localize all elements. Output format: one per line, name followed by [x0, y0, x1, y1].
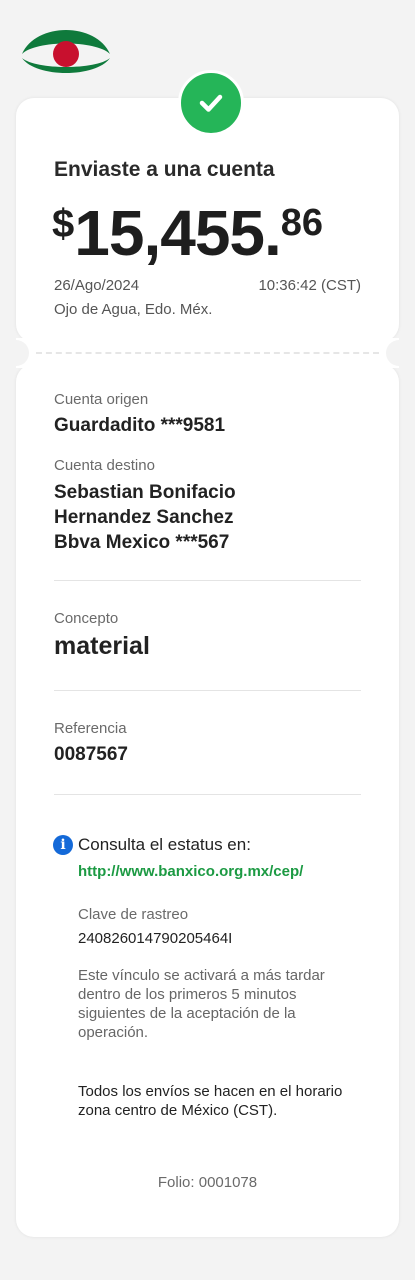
transfer-location: Ojo de Agua, Edo. Méx.	[54, 301, 213, 318]
reference-value: 0087567	[54, 744, 128, 765]
info-icon: i	[53, 835, 73, 855]
amount-currency: $	[52, 202, 75, 246]
activation-note: Este vínculo se activará a más tardar de…	[78, 967, 325, 1041]
timezone-note: Todos los envíos se hacen en el horario …	[78, 1083, 343, 1119]
dest-bank-account: Bbva Mexico ***567	[54, 532, 230, 553]
dest-name-line2: Hernandez Sanchez	[54, 507, 234, 528]
concept-value: material	[54, 632, 150, 660]
ticket-notch-right	[386, 340, 412, 366]
bank-logo	[22, 30, 110, 73]
tracking-key-value: 240826014790205464I	[78, 930, 233, 947]
section-divider	[54, 794, 361, 795]
dest-name-line1: Sebastian Bonifacio	[54, 482, 236, 503]
reference-label: Referencia	[54, 720, 127, 737]
transfer-amount: $15,455.86	[52, 196, 323, 270]
origin-account-value: Guardadito ***9581	[54, 415, 226, 436]
origin-account-label: Cuenta origen	[54, 391, 149, 408]
check-icon	[178, 70, 244, 136]
amount-integer: 15,455.	[74, 197, 282, 269]
amount-cents: 86	[280, 202, 324, 244]
receipt-title: Enviaste a una cuenta	[54, 158, 275, 181]
folio-number: Folio: 0001078	[157, 1174, 258, 1191]
concept-label: Concepto	[54, 610, 119, 627]
section-divider	[54, 690, 361, 691]
status-prompt: Consulta el estatus en:	[78, 835, 251, 854]
ticket-notch-left	[3, 340, 29, 366]
banxico-cep-link[interactable]: http://www.banxico.org.mx/cep/	[78, 863, 303, 880]
transfer-date: 26/Ago/2024	[54, 277, 140, 294]
dest-account-label: Cuenta destino	[54, 457, 155, 474]
dashed-divider	[36, 352, 379, 354]
tracking-key-label: Clave de rastreo	[78, 906, 189, 923]
section-divider	[54, 580, 361, 581]
transfer-time: 10:36:42 (CST)	[258, 277, 361, 294]
